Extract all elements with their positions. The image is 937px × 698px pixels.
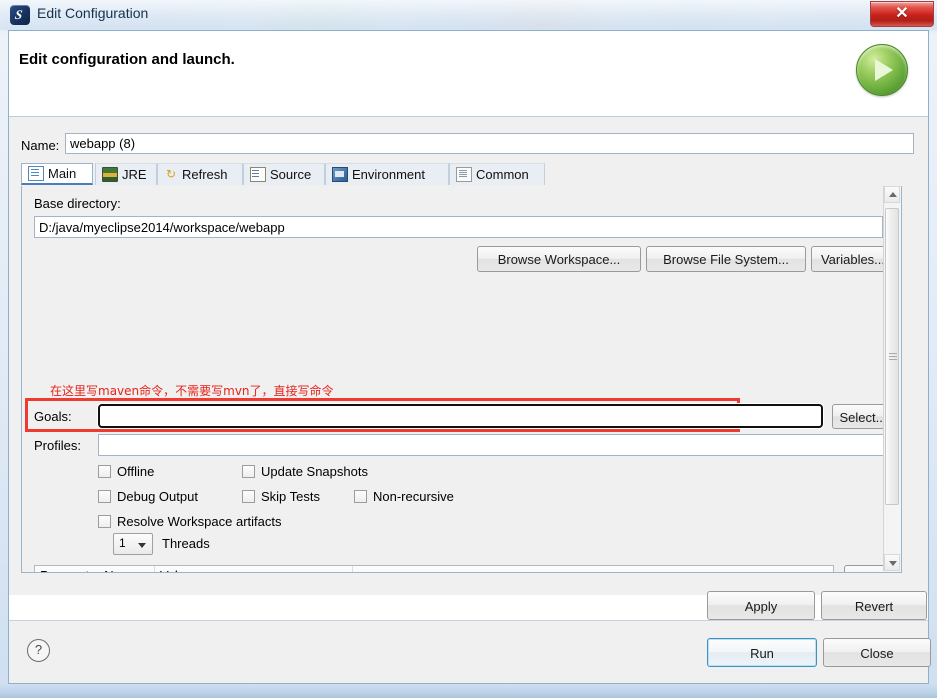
column-extra[interactable] (353, 566, 833, 572)
checkbox-non-recursive-label: Non-recursive (373, 489, 454, 504)
checkbox-non-recursive-box[interactable] (354, 490, 367, 503)
run-play-icon[interactable] (856, 44, 908, 96)
goals-label: Goals: (34, 409, 72, 424)
checkbox-update-snapshots[interactable]: Update Snapshots (242, 464, 368, 479)
name-label: Name: (21, 138, 60, 153)
dialog-banner: Edit configuration and launch. (9, 31, 928, 117)
scroll-down-arrow-icon[interactable] (884, 554, 900, 571)
tab-environment[interactable]: Environment (325, 163, 449, 185)
checkbox-skip-tests[interactable]: Skip Tests (242, 489, 320, 504)
base-directory-label: Base directory: (34, 196, 121, 211)
tab-environment-label: Environment (352, 167, 425, 182)
checkbox-resolve-workspace-artifacts[interactable]: Resolve Workspace artifacts (98, 514, 282, 529)
browse-workspace-button[interactable]: Browse Workspace... (477, 246, 641, 272)
column-value[interactable]: Value (155, 566, 353, 572)
tab-jre-label: JRE (122, 167, 147, 182)
jre-icon (102, 167, 118, 182)
checkbox-non-recursive[interactable]: Non-recursive (354, 489, 454, 504)
tab-jre[interactable]: JRE (95, 163, 157, 185)
play-triangle (875, 59, 893, 81)
chevron-down-icon (138, 543, 146, 548)
browse-file-system-button[interactable]: Browse File System... (646, 246, 806, 272)
annotation-text: 在这里写maven命令，不需要写mvn了，直接写命令 (50, 384, 334, 398)
checkbox-update-snapshots-box[interactable] (242, 465, 255, 478)
checkbox-offline-box[interactable] (98, 465, 111, 478)
tab-common[interactable]: Common (449, 163, 545, 185)
checkbox-update-snapshots-label: Update Snapshots (261, 464, 368, 479)
tab-source[interactable]: Source (243, 163, 325, 185)
checkbox-debug-output-label: Debug Output (117, 489, 198, 504)
checkbox-offline[interactable]: Offline (98, 464, 154, 479)
checkbox-skip-tests-label: Skip Tests (261, 489, 321, 504)
profiles-label: Profiles: (34, 438, 81, 453)
tab-common-label: Common (476, 167, 529, 182)
dialog-footer: ? Run Close (9, 620, 931, 683)
tab-refresh[interactable]: ↻ Refresh (157, 163, 243, 185)
triangle-down (889, 561, 897, 566)
profiles-input[interactable] (98, 434, 894, 456)
environment-icon (332, 167, 348, 182)
common-icon (456, 167, 472, 182)
scroll-up-arrow-icon[interactable] (884, 186, 900, 203)
tab-main-label: Main (48, 166, 77, 181)
checkbox-debug-output[interactable]: Debug Output (98, 489, 198, 504)
tab-strip: Main JRE ↻ Refresh Source Environment Co… (21, 163, 902, 187)
myeclipse-icon: S (10, 5, 30, 25)
column-parameter-name[interactable]: Parameter N... (35, 566, 155, 572)
dialog-container: Edit configuration and launch. Name: Mai… (8, 30, 931, 684)
tab-main[interactable]: Main (21, 163, 93, 185)
base-directory-input[interactable] (34, 216, 883, 238)
scrollbar-grip-icon (889, 353, 897, 354)
close-window-button[interactable]: ✕ (870, 1, 934, 27)
window-title: Edit Configuration (37, 5, 149, 21)
tab-source-label: Source (270, 167, 312, 182)
window-bottom-edge (0, 684, 937, 698)
threads-label: Threads (162, 536, 210, 551)
close-icon: ✕ (895, 5, 909, 22)
apply-button[interactable]: Apply (707, 591, 815, 620)
main-icon (28, 166, 44, 181)
checkbox-debug-output-box[interactable] (98, 490, 111, 503)
checkbox-offline-label: Offline (117, 464, 155, 479)
vertical-scrollbar[interactable] (883, 186, 901, 571)
edit-configuration-window: S Edit Configuration ✕ Edit configuratio… (0, 0, 937, 698)
myeclipse-icon-glyph: S (14, 7, 24, 22)
main-tab-panel: Base directory: Browse Workspace... Brow… (21, 186, 902, 573)
banner-title: Edit configuration and launch. (19, 51, 235, 68)
title-bar: S Edit Configuration ✕ (0, 0, 937, 30)
source-icon (250, 167, 266, 182)
run-button[interactable]: Run (707, 638, 817, 667)
close-button-footer[interactable]: Close (823, 638, 931, 667)
triangle-up (889, 192, 897, 197)
scrollbar-thumb[interactable] (885, 208, 899, 505)
checkbox-skip-tests-box[interactable] (242, 490, 255, 503)
checkbox-resolve-workspace-artifacts-label: Resolve Workspace artifacts (117, 514, 282, 529)
help-question-icon[interactable]: ? (27, 639, 50, 662)
threads-dropdown[interactable]: 1 (113, 533, 153, 555)
refresh-icon: ↻ (165, 167, 177, 181)
goals-input[interactable] (97, 403, 824, 429)
threads-value: 1 (119, 536, 126, 550)
parameter-table[interactable]: Parameter N... Value (34, 565, 834, 572)
name-input[interactable] (65, 133, 914, 154)
tab-refresh-label: Refresh (182, 167, 228, 182)
dialog-content: Name: Main JRE ↻ Refresh (9, 117, 928, 620)
parameter-table-header: Parameter N... Value (35, 566, 833, 572)
revert-button[interactable]: Revert (821, 591, 927, 620)
checkbox-resolve-workspace-artifacts-box[interactable] (98, 515, 111, 528)
